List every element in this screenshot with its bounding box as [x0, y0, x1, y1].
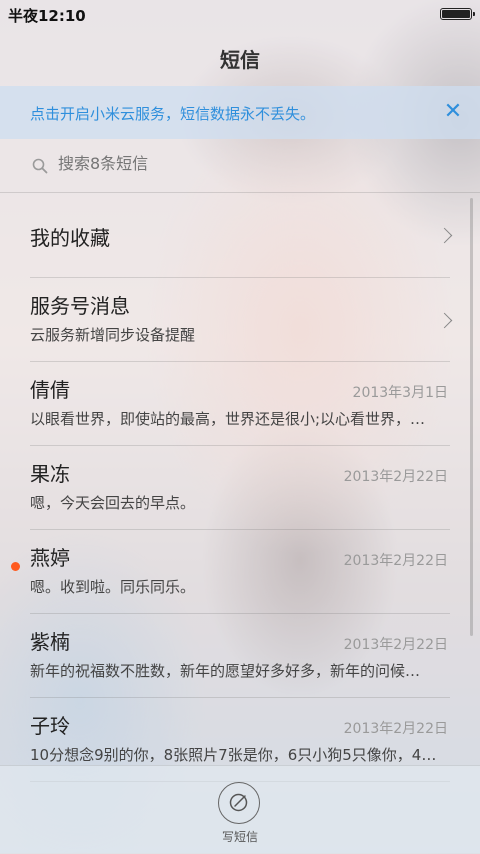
conversation-name: 紫楠	[30, 630, 70, 654]
status-time: 半夜12:10	[8, 7, 86, 25]
conversation-preview: 嗯。收到啦。同乐同乐。	[30, 578, 196, 596]
compose-button[interactable]	[218, 782, 260, 824]
conversation-name: 倩倩	[30, 378, 70, 402]
compose-icon	[229, 793, 248, 812]
conversation-preview: 嗯，今天会回去的早点。	[30, 494, 196, 512]
scrollbar[interactable]	[470, 198, 473, 636]
conversation-row[interactable]: 倩倩以眼看世界，即使站的最高，世界还是很小;以心看世界，… 2013年3月1日	[0, 362, 480, 446]
banner-text[interactable]: 点击开启小米云服务，短信数据永不丢失。	[30, 103, 315, 124]
battery-icon	[440, 8, 475, 20]
conversation-preview: 10分想念9别的你，8张照片7张是你，6只小狗5只像你，4…	[30, 746, 437, 764]
status-bar: 半夜12:10	[0, 0, 480, 28]
conversation-row[interactable]: 果冻嗯，今天会回去的早点。 2013年2月22日	[0, 446, 480, 530]
close-icon[interactable]: ✕	[440, 99, 466, 125]
conversation-preview: 云服务新增同步设备提醒	[30, 326, 196, 344]
conversation-date: 2013年3月1日	[352, 385, 448, 401]
conversation-list: 我的收藏服务号消息云服务新增同步设备提醒倩倩以眼看世界，即使站的最高，世界还是很…	[0, 194, 480, 782]
conversation-preview: 以眼看世界，即使站的最高，世界还是很小;以心看世界，…	[30, 410, 426, 428]
conversation-row[interactable]: 我的收藏	[0, 194, 480, 278]
conversation-date: 2013年2月22日	[343, 553, 448, 569]
conversation-date: 2013年2月22日	[343, 469, 448, 485]
conversation-preview: 新年的祝福数不胜数，新年的愿望好多好多，新年的问候…	[30, 662, 421, 680]
conversation-row[interactable]: 燕婷嗯。收到啦。同乐同乐。 2013年2月22日	[0, 530, 480, 614]
conversation-date: 2013年2月22日	[343, 637, 448, 653]
unread-dot	[11, 562, 20, 571]
conversation-row[interactable]: 紫楠新年的祝福数不胜数，新年的愿望好多好多，新年的问候… 2013年2月22日	[0, 614, 480, 698]
conversation-row[interactable]: 服务号消息云服务新增同步设备提醒	[0, 278, 480, 362]
compose-label[interactable]: 写短信	[0, 828, 480, 845]
page-title: 短信	[220, 48, 260, 72]
chevron-right-icon	[436, 227, 453, 244]
conversation-name: 服务号消息	[30, 294, 130, 318]
search-input[interactable]	[58, 154, 438, 173]
search-bar[interactable]	[0, 140, 480, 193]
conversation-name: 我的收藏	[30, 226, 110, 250]
conversation-name: 果冻	[30, 462, 70, 486]
cloud-service-banner[interactable]: 点击开启小米云服务，短信数据永不丢失。 ✕	[0, 86, 480, 139]
bottom-bar: 写短信	[0, 765, 480, 854]
conversation-name: 燕婷	[30, 546, 70, 570]
conversation-name: 子玲	[30, 714, 70, 738]
search-icon	[32, 158, 48, 174]
conversation-date: 2013年2月22日	[343, 721, 448, 737]
